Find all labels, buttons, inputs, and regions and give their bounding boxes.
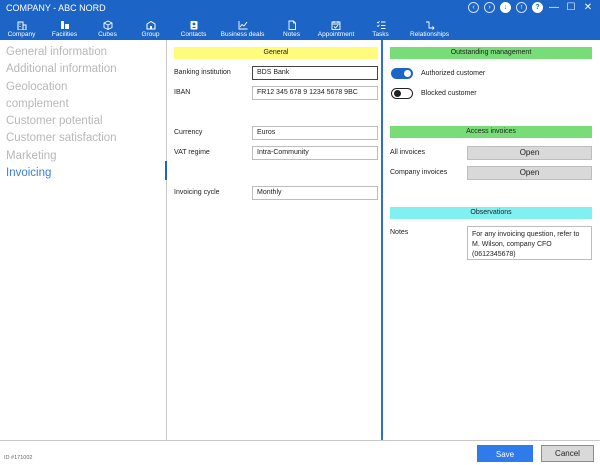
maximize-button[interactable]: ☐	[565, 2, 577, 13]
toolbar-company[interactable]: Company	[0, 16, 43, 40]
toolbar-label: Company	[7, 31, 36, 38]
vat-regime-field[interactable]: Intra-Community	[252, 146, 378, 160]
toolbar-appointment[interactable]: Appointment	[313, 16, 359, 40]
toggle-knob	[404, 70, 411, 77]
group-icon	[146, 18, 156, 31]
sidebar-item-customer-satisfaction[interactable]: Customer satisfaction	[0, 130, 166, 147]
toolbar-facilities[interactable]: Facilities	[43, 16, 86, 40]
facilities-icon	[60, 18, 70, 31]
general-panel: General Banking institution BDS Bank IBA…	[168, 40, 383, 440]
toolbar-label: Contacts	[180, 31, 207, 38]
banking-institution-label: Banking institution	[174, 69, 231, 76]
contact-card-icon	[189, 18, 199, 31]
all-invoices-label: All invoices	[390, 149, 426, 156]
iban-label: IBAN	[174, 89, 191, 96]
authorized-customer-label: Authorized customer	[421, 70, 486, 77]
footer-bar: ID #171002 Save Cancel	[0, 440, 600, 465]
company-invoices-label: Company invoices	[390, 169, 448, 176]
arrow-left-circle-icon[interactable]: ‹	[468, 2, 479, 13]
toolbar-cubes[interactable]: Cubes	[86, 16, 129, 40]
close-button[interactable]: ✕	[582, 2, 594, 13]
toolbar-label: Relationships	[409, 31, 450, 38]
sidebar-item-invoicing[interactable]: Invoicing	[0, 165, 166, 182]
toolbar-label: Business deals	[220, 31, 265, 38]
observations-header: Observations	[390, 207, 592, 219]
minimize-button[interactable]: —	[548, 2, 560, 13]
toolbar-label: Tasks	[372, 31, 389, 38]
window-title-bar: COMPANY - ABC NORD ‹ › ↓ ↑ ? — ☐ ✕	[0, 0, 600, 16]
building-icon	[17, 18, 27, 31]
sidebar-item-general-information[interactable]: General information	[0, 44, 166, 61]
iban-field[interactable]: FR12 345 678 9 1234 5678 9BC	[252, 86, 378, 100]
vat-regime-label: VAT regime	[174, 149, 210, 156]
arrow-right-circle-icon[interactable]: ›	[484, 2, 495, 13]
chart-line-icon	[238, 18, 248, 31]
relationships-icon	[425, 18, 435, 31]
right-panel: Outstanding management Authorized custom…	[385, 40, 600, 440]
tasks-icon	[376, 18, 386, 31]
notes-label: Notes	[390, 229, 409, 236]
toolbar-group[interactable]: Group	[129, 16, 172, 40]
authorized-customer-toggle[interactable]	[391, 68, 413, 79]
calendar-check-icon	[331, 18, 341, 31]
sidebar-nav: General information Additional informati…	[0, 40, 167, 440]
toolbar-label: Facilities	[51, 31, 78, 38]
sidebar-item-additional-information[interactable]: Additional information	[0, 61, 166, 78]
toolbar-label: Group	[141, 31, 160, 38]
open-all-invoices-button[interactable]: Open	[467, 146, 592, 160]
cube-icon	[103, 18, 113, 31]
invoicing-cycle-field[interactable]: Monthly	[252, 186, 378, 200]
window-title: COMPANY - ABC NORD	[6, 3, 106, 13]
toolbar-contacts[interactable]: Contacts	[172, 16, 215, 40]
currency-field[interactable]: Euros	[252, 126, 378, 140]
toolbar-tasks[interactable]: Tasks	[359, 16, 402, 40]
toolbar-label: Notes	[283, 31, 300, 38]
invoicing-cycle-label: Invoicing cycle	[174, 189, 220, 196]
sidebar-item-customer-potential[interactable]: Customer potential	[0, 113, 166, 130]
note-icon	[287, 18, 297, 31]
currency-label: Currency	[174, 129, 203, 136]
blocked-customer-toggle[interactable]	[391, 88, 413, 99]
toolbar-relationships[interactable]: Relationships	[402, 16, 457, 40]
toolbar-business-deals[interactable]: Business deals	[215, 16, 270, 40]
toggle-knob	[393, 90, 401, 97]
window-controls: ‹ › ↓ ↑ ? — ☐ ✕	[468, 2, 594, 13]
cancel-button[interactable]: Cancel	[541, 445, 594, 462]
banking-institution-field[interactable]: BDS Bank	[252, 66, 378, 80]
record-id: ID #171002	[4, 455, 33, 461]
toolbar-notes[interactable]: Notes	[270, 16, 313, 40]
sidebar-item-marketing[interactable]: Marketing	[0, 148, 166, 165]
toolbar-label: Cubes	[98, 31, 117, 38]
toolbar-label: Appointment	[317, 31, 355, 38]
access-invoices-header: Access invoices	[390, 126, 592, 138]
outstanding-management-header: Outstanding management	[390, 47, 592, 59]
blocked-customer-label: Blocked customer	[421, 90, 477, 97]
open-company-invoices-button[interactable]: Open	[467, 166, 592, 180]
help-circle-icon[interactable]: ?	[532, 2, 543, 13]
main-toolbar: Company Facilities Cubes Group Contacts …	[0, 16, 600, 40]
sidebar-item-complement[interactable]: complement	[0, 96, 166, 113]
sidebar-item-geolocation[interactable]: Geolocation	[0, 79, 166, 96]
save-button[interactable]: Save	[477, 445, 533, 462]
arrow-up-circle-icon[interactable]: ↑	[516, 2, 527, 13]
arrow-down-circle-icon[interactable]: ↓	[500, 2, 511, 13]
active-section-marker	[165, 161, 167, 180]
general-header: General	[174, 47, 378, 59]
notes-textarea[interactable]: For any invoicing question, refer to M. …	[467, 226, 592, 260]
